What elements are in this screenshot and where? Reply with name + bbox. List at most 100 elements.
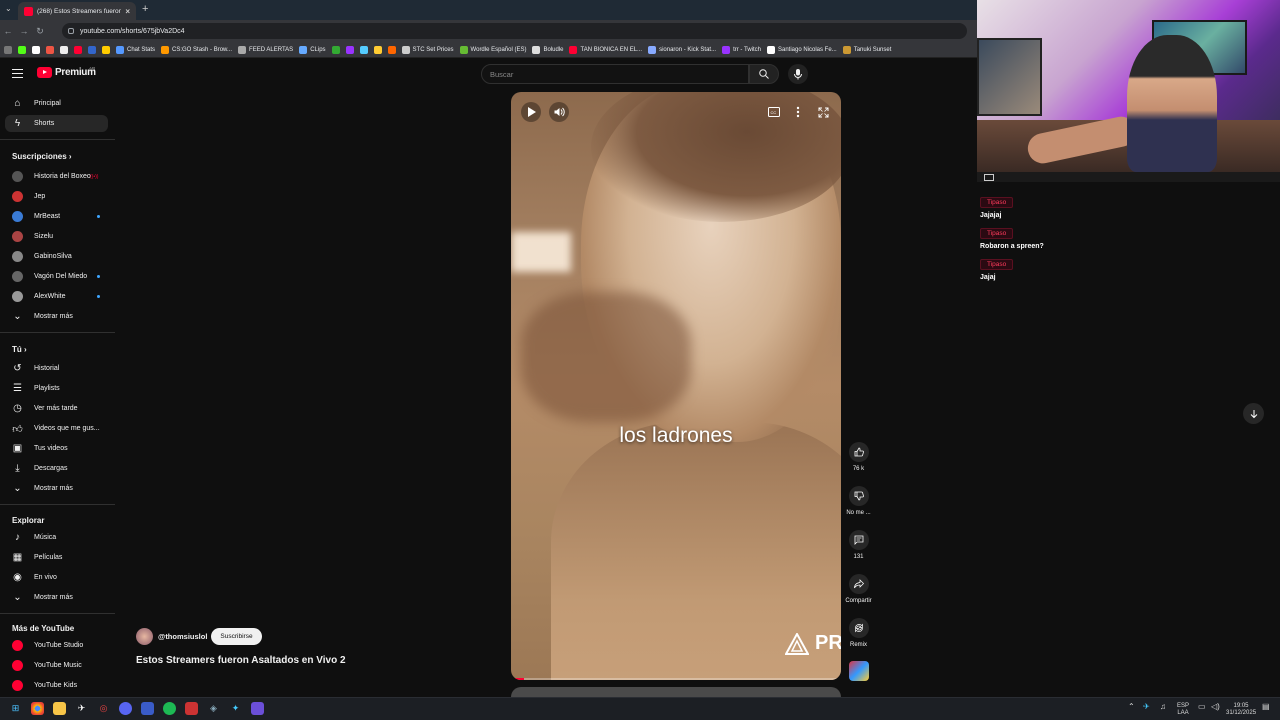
file-explorer-icon[interactable] — [53, 702, 66, 715]
bookmark-item[interactable]: CS:GO Stash - Brow... — [161, 45, 232, 54]
apps-icon[interactable] — [4, 45, 12, 54]
bookmark-item[interactable]: trr - Twitch — [722, 45, 761, 54]
video-progress-bar[interactable] — [511, 678, 841, 680]
bookmark-item[interactable]: TAN BIONICA EN EL... — [569, 45, 642, 54]
sidebar-sub-item[interactable]: Jep — [5, 188, 108, 205]
spotify-icon[interactable] — [163, 702, 176, 715]
fullscreen-button[interactable] — [815, 104, 831, 120]
bookmark-icon[interactable] — [88, 45, 96, 54]
bookmark-icon[interactable] — [345, 45, 354, 54]
audio-source-thumbnail[interactable] — [849, 661, 869, 681]
new-tab-icon[interactable]: + — [142, 3, 148, 15]
pin-icon[interactable]: ✈ — [75, 702, 88, 715]
bookmark-icon[interactable] — [18, 45, 26, 54]
app-icon[interactable] — [141, 702, 154, 715]
voice-search-button[interactable] — [788, 64, 808, 84]
menu-icon[interactable] — [12, 69, 23, 78]
browser-tab[interactable]: (268) Estos Streamers fueron A × — [18, 2, 136, 20]
app-icon[interactable]: ◎ — [97, 702, 110, 715]
bookmark-item[interactable]: Boludle — [532, 45, 563, 54]
bookmark-icon[interactable] — [359, 45, 368, 54]
bookmark-icon[interactable] — [74, 45, 82, 54]
sidebar-sub-item[interactable]: MrBeast — [5, 208, 108, 225]
url-bar[interactable]: youtube.com/shorts/675jbVa2Dc4 — [62, 23, 967, 39]
bookmark-icon[interactable] — [60, 45, 68, 54]
back-icon[interactable]: ← — [0, 26, 16, 36]
clock[interactable]: 19:05 31/12/2025 — [1226, 703, 1256, 717]
bookmark-item[interactable]: Tanuki Sunset — [842, 45, 891, 54]
volume-button[interactable] — [549, 102, 569, 122]
network-icon[interactable]: ▭ — [1198, 703, 1206, 711]
search-input[interactable]: Buscar — [481, 64, 749, 84]
app-icon[interactable]: ◈ — [207, 702, 220, 715]
sidebar-item-movies[interactable]: ▦ Películas — [5, 549, 108, 566]
forward-icon[interactable]: → — [16, 26, 32, 36]
sidebar-sub-item[interactable]: Vagón Del Miedo — [5, 268, 108, 285]
sidebar-sub-item[interactable]: GabinoSilva — [5, 248, 108, 265]
sidebar-item-live[interactable]: ◉ En vivo — [5, 569, 108, 586]
youtube-logo[interactable]: Premium AR — [37, 66, 96, 78]
bookmark-item[interactable]: sionaron - Kick Stat... — [648, 45, 716, 54]
bookmark-item[interactable]: Chat Stats — [116, 45, 155, 54]
next-video-button[interactable] — [1243, 403, 1264, 424]
sidebar-item-history[interactable]: ↺ Historial — [5, 360, 108, 377]
search-button[interactable] — [749, 64, 779, 84]
show-more-you[interactable]: ⌄ Mostrar más — [5, 480, 108, 497]
captions-button[interactable]: CC — [766, 104, 782, 120]
sidebar-item-music-app[interactable]: YouTube Music — [5, 657, 108, 674]
tab-search-icon[interactable]: ⌄ — [5, 4, 12, 13]
notifications-icon[interactable]: ▤ — [1262, 703, 1270, 711]
shorts-video-player[interactable]: los ladrones CC PR — [511, 92, 841, 680]
language-indicator[interactable]: ESP LAA — [1177, 703, 1189, 717]
windows-start-icon[interactable]: ⊞ — [9, 702, 22, 715]
bookmark-icon[interactable] — [32, 45, 40, 54]
sidebar-sub-item[interactable]: Sizelu — [5, 228, 108, 245]
bookmark-icon[interactable] — [387, 45, 396, 54]
channel-handle[interactable]: @thomsiuslol — [158, 632, 207, 641]
bookmark-item[interactable]: STC Set Prices — [401, 45, 454, 54]
sidebar-item-watch-later[interactable]: ◷ Ver más tarde — [5, 400, 108, 417]
more-options-button[interactable] — [790, 104, 806, 120]
speaker-icon[interactable]: ◁) — [1211, 703, 1220, 711]
tray-mic-icon[interactable]: ♫ — [1160, 703, 1166, 711]
sidebar-item-your-videos[interactable]: ▣ Tus videos — [5, 440, 108, 457]
sidebar-item-liked[interactable]: 👍︎ Videos que me gus... — [5, 420, 108, 437]
app-icon[interactable]: ✦ — [229, 702, 242, 715]
bookmark-item[interactable]: Wordle Español (ES) — [459, 45, 526, 54]
share-button[interactable]: Compartir — [843, 574, 874, 604]
sidebar-item-studio[interactable]: YouTube Studio — [5, 637, 108, 654]
close-tab-icon[interactable]: × — [125, 7, 130, 16]
tray-app-icon[interactable]: ✈ — [1143, 703, 1150, 711]
bookmark-icon[interactable] — [331, 45, 340, 54]
show-more-explore[interactable]: ⌄ Mostrar más — [5, 589, 108, 606]
subscribe-button[interactable]: Suscribirse — [211, 628, 262, 645]
sidebar-item-shorts[interactable]: ϟ Shorts — [5, 115, 108, 132]
sidebar-item-music[interactable]: ♪ Música — [5, 529, 108, 546]
show-more-subscriptions[interactable]: ⌄ Mostrar más — [5, 308, 108, 325]
next-short-preview[interactable] — [511, 687, 841, 697]
sidebar-item-downloads[interactable]: ⤓ Descargas — [5, 460, 108, 477]
you-heading[interactable]: Tú › — [12, 345, 27, 354]
bookmark-item[interactable]: Santiago Nicolas Fe... — [766, 45, 837, 54]
chrome-icon[interactable] — [31, 702, 44, 715]
sidebar-sub-item[interactable]: AlexWhite — [5, 288, 108, 305]
site-info-icon[interactable] — [68, 28, 74, 34]
bookmark-icon[interactable] — [46, 45, 54, 54]
play-button[interactable] — [521, 102, 541, 122]
app-icon[interactable] — [251, 702, 264, 715]
tray-chevron-icon[interactable]: ⌃ — [1128, 703, 1135, 711]
bookmark-item[interactable]: CLips — [299, 45, 326, 54]
bookmark-icon[interactable] — [102, 45, 110, 54]
sidebar-item-principal[interactable]: ⌂ Principal — [5, 95, 108, 112]
subscriptions-heading[interactable]: Suscripciones › — [12, 152, 72, 161]
channel-avatar[interactable] — [136, 628, 153, 645]
like-button[interactable]: 76 k — [843, 442, 874, 472]
dislike-button[interactable]: No me ... — [843, 486, 874, 516]
sidebar-item-playlists[interactable]: ☰ Playlists — [5, 380, 108, 397]
video-title[interactable]: Estos Streamers fueron Asaltados en Vivo… — [136, 655, 346, 666]
sidebar-item-kids[interactable]: YouTube Kids — [5, 677, 108, 694]
comments-button[interactable]: 131 — [843, 530, 874, 560]
bookmark-item[interactable]: FEED ALERTAS — [238, 45, 293, 54]
discord-icon[interactable] — [119, 702, 132, 715]
reload-icon[interactable]: ↻ — [32, 26, 48, 37]
